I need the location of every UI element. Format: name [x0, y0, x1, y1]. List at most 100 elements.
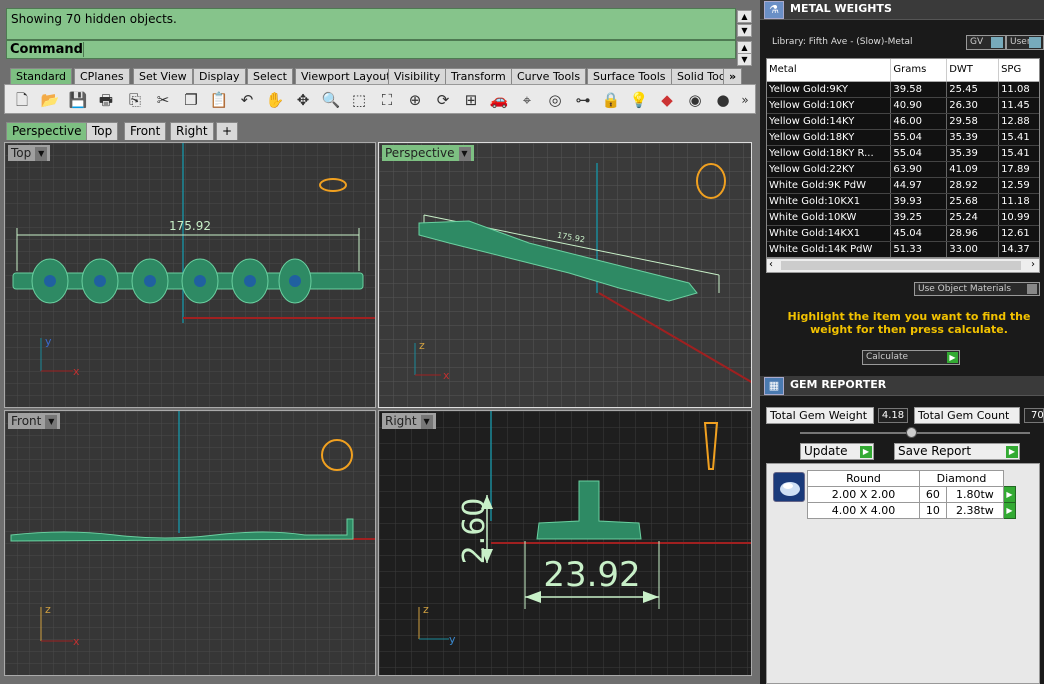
history-scroll-up[interactable]: ▲ — [737, 10, 752, 23]
lock-icon[interactable]: 🔒 — [601, 90, 621, 110]
scroll-left-icon[interactable]: ‹ — [769, 259, 773, 270]
toolbar-overflow-icon[interactable]: » — [735, 90, 755, 110]
vptab-right[interactable]: Right — [170, 122, 214, 140]
calculate-button[interactable]: Calculate ▶ — [862, 350, 960, 365]
update-button[interactable]: Update ▶ — [800, 443, 874, 460]
tab-curve-tools[interactable]: Curve Tools — [511, 68, 587, 84]
tab-cplanes[interactable]: CPlanes — [74, 68, 130, 84]
metal-table-hscroll[interactable]: ‹ › — [766, 258, 1040, 273]
chevron-down-icon[interactable]: ▼ — [45, 414, 58, 429]
rotate-view-icon[interactable]: ✥ — [293, 90, 313, 110]
chevron-down-icon[interactable]: ▼ — [35, 146, 48, 161]
library-label: Library: Fifth Ave - (Slow)-Metal — [772, 37, 913, 47]
zoom-extents-icon[interactable]: ⛶ — [377, 90, 397, 110]
tab-viewport-layout[interactable]: Viewport Layout — [295, 68, 397, 84]
gem-row-play-icon[interactable]: ▶ — [1003, 502, 1016, 519]
viewport-perspective[interactable]: z x 175.92 Perspective ▼ — [378, 142, 752, 408]
undo-icon[interactable]: ↶ — [237, 90, 257, 110]
gem-count-cell: 10 — [919, 502, 947, 519]
metal-row[interactable]: White Gold:10KW 39.25 25.24 10.99 — [767, 209, 1039, 226]
cut-icon[interactable]: ✂ — [153, 90, 173, 110]
viewport-title-top[interactable]: Top ▼ — [8, 145, 51, 161]
print-icon[interactable]: 🖶 — [96, 90, 116, 110]
light-bulb-icon[interactable]: 💡 — [629, 90, 649, 110]
dwt-cell: 25.24 — [946, 209, 1000, 226]
viewport-right[interactable]: z y 2.60 23.92 Right ▼ — [378, 410, 752, 676]
viewport-title-front[interactable]: Front ▼ — [8, 413, 61, 429]
play-icon: ▶ — [1006, 446, 1018, 458]
gem-row[interactable]: 4.00 X 4.00 10 2.38tw ▶ — [807, 502, 1016, 519]
layer-icon[interactable]: ◆ — [657, 90, 677, 110]
metal-hint: Highlight the item you want to find the … — [787, 310, 1031, 336]
vptab-front[interactable]: Front — [124, 122, 167, 140]
metal-row[interactable]: Yellow Gold:18KY R... 55.04 35.39 15.41 — [767, 145, 1039, 162]
pan-hand-icon[interactable]: ✋ — [265, 90, 285, 110]
car-icon[interactable]: 🚗 — [489, 90, 509, 110]
vptab-add[interactable]: + — [216, 122, 239, 140]
save-report-button[interactable]: Save Report ▶ — [894, 443, 1020, 460]
command-scroll-down[interactable]: ▼ — [737, 53, 752, 66]
gem-size-cell: 2.00 X 2.00 — [807, 486, 920, 503]
trim-icon[interactable]: ⊶ — [573, 90, 593, 110]
rotate-icon[interactable]: ⟳ — [433, 90, 453, 110]
tab-set-view[interactable]: Set View — [133, 68, 193, 84]
gv-toggle[interactable]: GV — [966, 35, 1006, 50]
use-object-materials-toggle[interactable]: Use Object Materials — [914, 282, 1040, 296]
gem-row[interactable]: 2.00 X 2.00 60 1.80tw ▶ — [807, 486, 1016, 503]
tabs-more-button[interactable]: » — [723, 68, 743, 84]
command-input[interactable] — [83, 42, 733, 57]
new-file-icon[interactable]: 🗋 — [12, 90, 32, 110]
gem-slider-knob[interactable] — [906, 427, 917, 438]
osnap-icon[interactable]: ◎ — [545, 90, 565, 110]
zoom-window-icon[interactable]: ⬚ — [349, 90, 369, 110]
col-metal[interactable]: Metal — [767, 59, 892, 82]
import-icon[interactable]: ⎘ — [125, 90, 145, 110]
user-toggle[interactable]: User — [1006, 35, 1044, 50]
vptab-top[interactable]: Top — [86, 122, 119, 140]
save-icon[interactable]: 💾 — [68, 90, 88, 110]
viewport-title-right[interactable]: Right ▼ — [382, 413, 436, 429]
tab-transform[interactable]: Transform — [445, 68, 512, 84]
copy-icon[interactable]: ❐ — [181, 90, 201, 110]
render-sphere-icon[interactable]: ● — [713, 90, 733, 110]
metal-row[interactable]: Yellow Gold:9KY 39.58 25.45 11.08 — [767, 81, 1039, 98]
col-spg[interactable]: SPG — [998, 59, 1039, 82]
vptab-perspective[interactable]: Perspective — [6, 122, 88, 140]
command-label: Command: — [10, 42, 89, 57]
tab-display[interactable]: Display — [193, 68, 246, 84]
metal-row[interactable]: White Gold:10KX1 39.93 25.68 11.18 — [767, 193, 1039, 210]
chevron-down-icon[interactable]: ▼ — [420, 414, 433, 429]
viewport-top[interactable]: y x 175.92 Top ▼ — [4, 142, 376, 408]
col-dwt[interactable]: DWT — [946, 59, 1000, 82]
history-scroll-down[interactable]: ▼ — [737, 24, 752, 37]
tab-solid-tools[interactable]: Solid Tod — [671, 68, 731, 84]
tab-select[interactable]: Select — [247, 68, 293, 84]
metal-row[interactable]: Yellow Gold:10KY 40.90 26.30 11.45 — [767, 97, 1039, 114]
four-viewports-icon[interactable]: ⊞ — [461, 90, 481, 110]
chevron-down-icon[interactable]: ▼ — [458, 146, 471, 161]
metal-row[interactable]: White Gold:14KX1 45.04 28.96 12.61 — [767, 225, 1039, 242]
zoom-selected-icon[interactable]: ⊕ — [405, 90, 425, 110]
viewport-title-perspective[interactable]: Perspective ▼ — [382, 145, 474, 161]
open-folder-icon[interactable]: 📂 — [40, 90, 60, 110]
zoom-icon[interactable]: 🔍 — [321, 90, 341, 110]
scroll-thumb[interactable] — [781, 261, 1021, 270]
properties-icon[interactable]: ⌖ — [517, 90, 537, 110]
total-gem-count-value: 70 — [1024, 408, 1044, 423]
scroll-right-icon[interactable]: › — [1031, 259, 1035, 270]
tab-visibility[interactable]: Visibility — [388, 68, 447, 84]
metal-row[interactable]: White Gold:9K PdW 44.97 28.92 12.59 — [767, 177, 1039, 194]
metal-row[interactable]: Yellow Gold:22KY 63.90 41.09 17.89 — [767, 161, 1039, 178]
tab-surface-tools[interactable]: Surface Tools — [587, 68, 672, 84]
metal-row[interactable]: Yellow Gold:14KY 46.00 29.58 12.88 — [767, 113, 1039, 130]
tab-standard[interactable]: Standard — [10, 68, 73, 84]
flask-icon: ⚗ — [764, 1, 784, 19]
viewport-front[interactable]: z x Front ▼ — [4, 410, 376, 676]
color-wheel-icon[interactable]: ◉ — [685, 90, 705, 110]
col-grams[interactable]: Grams — [890, 59, 948, 82]
gem-row-play-icon[interactable]: ▶ — [1003, 486, 1016, 503]
paste-icon[interactable]: 📋 — [209, 90, 229, 110]
metal-row[interactable]: White Gold:14K PdW 51.33 33.00 14.37 — [767, 241, 1039, 257]
metal-row[interactable]: Yellow Gold:18KY 55.04 35.39 15.41 — [767, 129, 1039, 146]
spg-cell: 12.59 — [998, 177, 1039, 194]
